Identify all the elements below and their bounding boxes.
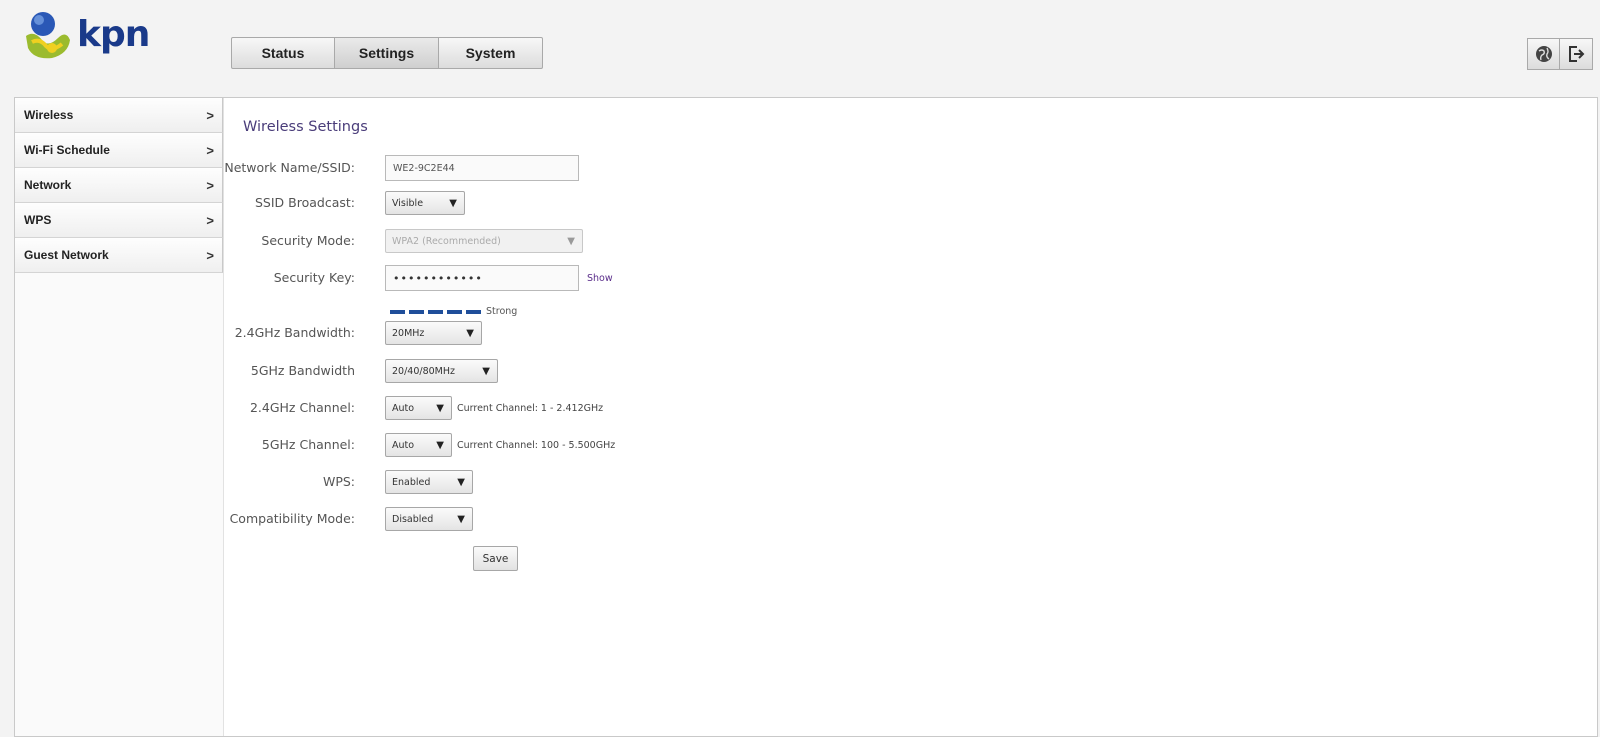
sidebar-item-label: Wi-Fi Schedule (24, 143, 110, 157)
wps-row: WPS: Enabled ▼ (233, 469, 1133, 495)
channel-24-label: 2.4GHz Channel: (249, 400, 355, 415)
dropdown-arrow-icon: ▼ (466, 327, 474, 339)
main-panel: Wireless > Wi-Fi Schedule > Network > WP… (14, 97, 1598, 737)
tab-settings[interactable]: Settings (335, 37, 439, 69)
bandwidth-24-row: 2.4GHz Bandwidth: 20MHz ▼ (233, 320, 1133, 346)
strength-label: Strong (486, 306, 518, 317)
channel-5-select[interactable]: Auto ▼ (385, 433, 452, 457)
show-key-link[interactable]: Show (587, 273, 613, 284)
bandwidth-5-row: 5GHz Bandwidth 20/40/80MHz ▼ (233, 358, 1133, 384)
ssid-label: Network Name/SSID: (224, 160, 355, 175)
bandwidth-5-select[interactable]: 20/40/80MHz ▼ (385, 359, 498, 383)
main-navigation: Status Settings System (231, 37, 543, 69)
channel-24-row: 2.4GHz Channel: Auto ▼ Current Channel: … (233, 395, 1133, 421)
security-key-row: Security Key: •••••••••••• Show (233, 265, 1133, 291)
password-strength-meter: Strong (390, 306, 517, 317)
bandwidth-24-label: 2.4GHz Bandwidth: (234, 325, 355, 340)
dropdown-arrow-icon: ▼ (457, 476, 465, 488)
channel-24-value: Auto (392, 402, 415, 414)
channel-5-row: 5GHz Channel: Auto ▼ Current Channel: 10… (233, 432, 1133, 458)
ssid-broadcast-value: Visible (392, 197, 424, 209)
security-mode-row: Security Mode: WPA2 (Recommended) ▼ (233, 228, 1133, 254)
channel-5-current: Current Channel: 100 - 5.500GHz (457, 439, 616, 451)
logout-button[interactable] (1560, 38, 1593, 70)
bandwidth-24-select[interactable]: 20MHz ▼ (385, 321, 482, 345)
bandwidth-24-value: 20MHz (392, 327, 425, 339)
kpn-logo[interactable]: kpn (22, 10, 152, 66)
sidebar-item-label: Wireless (24, 108, 74, 122)
channel-5-value: Auto (392, 439, 415, 451)
bandwidth-5-label: 5GHz Bandwidth (250, 363, 355, 378)
dropdown-arrow-icon: ▼ (449, 197, 457, 209)
sidebar-item-label: Guest Network (24, 248, 109, 262)
channel-5-label: 5GHz Channel: (261, 437, 355, 452)
strength-bar-segment (390, 309, 405, 314)
globe-icon (1535, 46, 1552, 62)
strength-bar-segment (409, 309, 424, 314)
top-right-actions (1527, 38, 1593, 70)
sidebar-item-wireless[interactable]: Wireless > (15, 98, 223, 133)
compatibility-row: Compatibility Mode: Disabled ▼ (230, 506, 1133, 532)
security-key-label: Security Key: (273, 270, 355, 285)
wireless-settings-content: Wireless Settings Network Name/SSID: WE2… (224, 98, 1597, 736)
sidebar-item-label: Network (24, 178, 72, 192)
strength-bar-segment (447, 309, 462, 314)
dropdown-arrow-icon: ▼ (436, 439, 444, 451)
security-mode-value: WPA2 (Recommended) (392, 235, 501, 247)
dropdown-arrow-icon: ▼ (457, 513, 465, 525)
strength-bar-segment (466, 309, 481, 314)
security-mode-label: Security Mode: (261, 233, 355, 248)
tab-system[interactable]: System (439, 37, 543, 69)
kpn-logo-mark (26, 12, 70, 59)
compatibility-select[interactable]: Disabled ▼ (385, 507, 473, 531)
tab-status[interactable]: Status (231, 37, 335, 69)
ssid-broadcast-label: SSID Broadcast: (255, 195, 355, 210)
save-button[interactable]: Save (473, 546, 518, 571)
brand-name: kpn (77, 14, 150, 55)
wps-select[interactable]: Enabled ▼ (385, 470, 473, 494)
sidebar-item-label: WPS (24, 213, 52, 227)
logout-icon (1569, 46, 1585, 62)
security-mode-select: WPA2 (Recommended) ▼ (385, 229, 583, 253)
channel-24-select[interactable]: Auto ▼ (385, 396, 452, 420)
ssid-broadcast-select[interactable]: Visible ▼ (385, 191, 465, 215)
wps-label: WPS: (322, 474, 355, 489)
strength-bar-segment (428, 309, 443, 314)
page-title: Wireless Settings (243, 119, 368, 135)
dropdown-arrow-icon: ▼ (482, 365, 490, 377)
dropdown-arrow-icon: ▼ (567, 235, 575, 247)
ssid-broadcast-row: SSID Broadcast: Visible ▼ (233, 190, 1133, 216)
ssid-row: Network Name/SSID: WE2-9C2E44 (224, 155, 1133, 181)
bandwidth-5-value: 20/40/80MHz (392, 365, 455, 377)
strength-bars (390, 309, 485, 314)
security-key-input[interactable]: •••••••••••• (385, 265, 579, 291)
compatibility-label: Compatibility Mode: (229, 511, 355, 526)
language-button[interactable] (1527, 38, 1560, 70)
compatibility-value: Disabled (392, 513, 434, 525)
ssid-input[interactable]: WE2-9C2E44 (385, 155, 579, 181)
dropdown-arrow-icon: ▼ (436, 402, 444, 414)
wps-value: Enabled (392, 476, 431, 488)
chevron-right-icon: > (206, 107, 214, 123)
channel-24-current: Current Channel: 1 - 2.412GHz (457, 402, 604, 414)
